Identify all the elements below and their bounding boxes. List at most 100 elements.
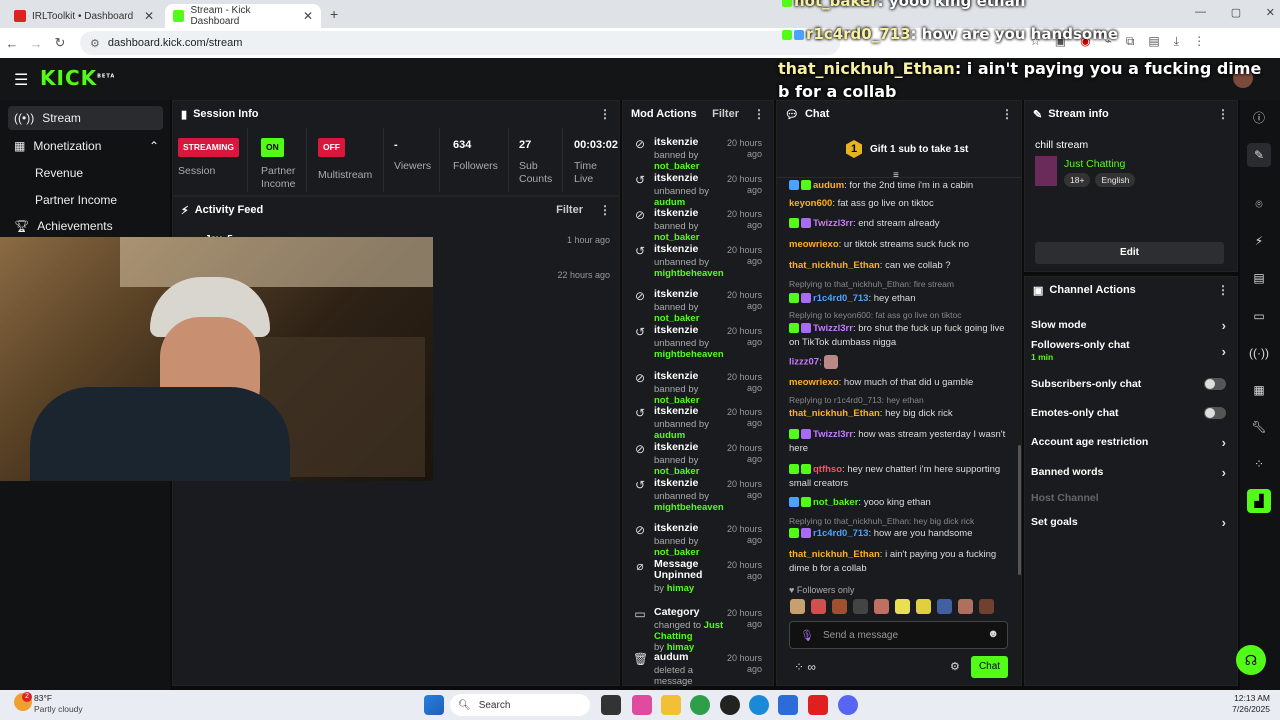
- minimize-icon[interactable]: —: [1195, 6, 1206, 19]
- more-icon[interactable]: ⋮: [599, 107, 611, 121]
- chat-message[interactable]: meowriexo: ur tiktok streams suck fuck n…: [789, 238, 1014, 252]
- hamburger-icon[interactable]: ☰: [14, 70, 28, 90]
- close-tab-icon[interactable]: ✕: [303, 9, 313, 23]
- sidebar-item-partner-income[interactable]: Partner Income: [8, 188, 163, 212]
- chat-settings-icon[interactable]: ⚙: [950, 660, 960, 673]
- chat-username[interactable]: r1c4rd0_713: [813, 293, 868, 304]
- moderator-name[interactable]: audum: [654, 430, 685, 441]
- stream-category[interactable]: Just Chatting: [1064, 158, 1125, 170]
- chat-message[interactable]: that_nickhuh_Ethan: can we collab ?: [789, 259, 1014, 273]
- moderator-name[interactable]: not_baker: [654, 313, 699, 324]
- send-chat-button[interactable]: Chat: [971, 656, 1008, 678]
- mod-action-item[interactable]: ⊘ itskenzie 20 hours ago banned by not_bake…: [629, 371, 769, 407]
- edge-icon[interactable]: [749, 695, 769, 715]
- mod-action-item[interactable]: ↺ itskenzie 20 hours ago unbanned by audum: [629, 406, 769, 442]
- emote-icon[interactable]: [979, 599, 994, 614]
- chat-message[interactable]: r1c4rd0_713: hey ethan: [789, 292, 1014, 306]
- chat-message[interactable]: that_nickhuh_Ethan: hey big dick rick: [789, 407, 1014, 421]
- moderator-name[interactable]: not_baker: [654, 161, 699, 172]
- clipboard-icon[interactable]: ▤: [1247, 266, 1271, 290]
- microphone-icon[interactable]: 🎙︎: [800, 629, 814, 642]
- broadcast-icon[interactable]: ((·)): [1247, 341, 1271, 365]
- channel-action-slow-mode[interactable]: Slow mode ›: [1031, 317, 1226, 333]
- emote-icon[interactable]: [916, 599, 931, 614]
- sidebar-item-revenue[interactable]: Revenue: [8, 161, 163, 185]
- copilot-icon[interactable]: [632, 695, 652, 715]
- chat-message[interactable]: meowriexo: how much of that did u gamble: [789, 376, 1014, 390]
- camera-icon[interactable]: ⌾: [1247, 192, 1271, 216]
- file-explorer-icon[interactable]: [661, 695, 681, 715]
- chat-icon[interactable]: ▭: [1247, 304, 1271, 328]
- chat-username[interactable]: Twizzl3rr: [813, 429, 853, 440]
- emote-icon[interactable]: [874, 599, 889, 614]
- emote-icon[interactable]: [937, 599, 952, 614]
- chat-username[interactable]: r1c4rd0_713: [813, 528, 868, 539]
- tab-irltoolkit[interactable]: IRLToolkit • Dashboard ✕: [6, 4, 162, 28]
- mod-action-item[interactable]: ⊘ itskenzie 20 hours ago banned by not_bake…: [629, 442, 769, 478]
- mod-action-item[interactable]: ⌀ Message Unpinned 20 hours ago by himay: [629, 559, 769, 595]
- discord-icon[interactable]: [838, 695, 858, 715]
- mod-action-item[interactable]: ↺ itskenzie 20 hours ago unbanned by audum: [629, 173, 769, 209]
- info-icon[interactable]: ⓘ: [1247, 106, 1271, 130]
- kick-points-icon[interactable]: ⁘ ∞: [794, 660, 816, 674]
- edit-icon[interactable]: ✎: [1247, 143, 1271, 167]
- mod-action-item[interactable]: ⊘ itskenzie 20 hours ago banned by not_bake…: [629, 208, 769, 244]
- menu-icon[interactable]: ⋮: [1193, 34, 1205, 49]
- youtube-icon[interactable]: [808, 695, 828, 715]
- more-icon[interactable]: ⋮: [753, 107, 765, 121]
- close-tab-icon[interactable]: ✕: [144, 9, 154, 23]
- moderator-name[interactable]: not_baker: [654, 232, 699, 243]
- emoji-icon[interactable]: ☻: [987, 628, 999, 640]
- maximize-icon[interactable]: ▢: [1231, 6, 1241, 19]
- channel-action-set-goals[interactable]: Set goals ›: [1031, 514, 1226, 530]
- gift-sub-banner[interactable]: 1 Gift 1 sub to take 1st: [846, 140, 968, 158]
- mod-action-item[interactable]: ▭ Category 20 hours ago changed to Just Cha…: [629, 607, 769, 654]
- moderator-name[interactable]: not_baker: [654, 466, 699, 477]
- sidebar-item-achievements[interactable]: 🏆︎ Achievements: [8, 214, 163, 238]
- channel-action-banned-words[interactable]: Banned words ›: [1031, 464, 1226, 480]
- windows-start-icon[interactable]: [424, 695, 444, 715]
- new-tab-button[interactable]: +: [330, 6, 338, 22]
- channel-action-emotes-only-chat[interactable]: Emotes-only chat: [1031, 405, 1226, 421]
- chat-username[interactable]: audum: [813, 180, 844, 191]
- chat-input[interactable]: 🎙︎ Send a message ☻: [789, 621, 1008, 649]
- url-bar[interactable]: ⚙ dashboard.kick.com/stream: [80, 31, 840, 55]
- mod-action-item[interactable]: ↺ itskenzie 20 hours ago unbanned by mightb…: [629, 478, 769, 514]
- edit-stream-button[interactable]: Edit: [1035, 242, 1224, 264]
- chat-username[interactable]: meowriexo: [789, 377, 839, 388]
- chat-message[interactable]: qtfhso: hey new chatter! i'm here suppor…: [789, 463, 1014, 491]
- chat-username[interactable]: lizzz07: [789, 357, 819, 368]
- emote-icon[interactable]: [832, 599, 847, 614]
- toggle-switch[interactable]: [1204, 378, 1226, 390]
- toggle-switch[interactable]: [1204, 407, 1226, 419]
- puzzle-icon[interactable]: ⧉: [1126, 34, 1135, 49]
- taskview-icon[interactable]: [601, 695, 621, 715]
- filter-button[interactable]: Filter: [556, 204, 583, 216]
- chat-message[interactable]: not_baker: yooo king ethan: [789, 496, 1014, 510]
- bolt-icon[interactable]: ⚡︎: [1247, 229, 1271, 253]
- chat-message[interactable]: keyon600: fat ass go live on tiktoc: [789, 197, 1014, 211]
- moderator-name[interactable]: mightbeheaven: [654, 502, 724, 513]
- filter-button[interactable]: Filter: [712, 108, 739, 120]
- app-icon[interactable]: ▟: [1247, 489, 1271, 513]
- mod-action-item[interactable]: ↺ itskenzie 20 hours ago unbanned by mightb…: [629, 325, 769, 361]
- mod-action-item[interactable]: ↺ itskenzie 20 hours ago unbanned by mightb…: [629, 244, 769, 280]
- mod-action-item[interactable]: ⊘ itskenzie 20 hours ago banned by not_bake…: [629, 137, 769, 173]
- chat-username[interactable]: that_nickhuh_Ethan: [789, 549, 880, 560]
- channel-action-subscribers-only-chat[interactable]: Subscribers-only chat: [1031, 376, 1226, 392]
- chat-message[interactable]: audum: for the 2nd time i'm in a cabin: [789, 179, 1014, 193]
- mod-action-item[interactable]: ⊘ itskenzie 20 hours ago banned by not_bake…: [629, 523, 769, 559]
- sidebar-item-monetization[interactable]: ▦ Monetization ⌃: [8, 134, 163, 158]
- tab-kick-dashboard[interactable]: Stream - Kick Dashboard ✕: [165, 4, 321, 28]
- store-icon[interactable]: [778, 695, 798, 715]
- chat-username[interactable]: not_baker: [813, 497, 858, 508]
- sidebar-item-stream[interactable]: ((•)) Stream: [8, 106, 163, 130]
- emote-icon[interactable]: [895, 599, 910, 614]
- taskbar-search[interactable]: 🔍︎ Search: [450, 694, 590, 716]
- kick-logo[interactable]: KICKBETA: [40, 66, 115, 90]
- emote-icon[interactable]: [790, 599, 805, 614]
- channel-action-followers-only-chat[interactable]: Followers-only chat 1 min ›: [1031, 339, 1226, 362]
- chat-message[interactable]: Twizzl3rr: end stream already: [789, 217, 1014, 231]
- chat-message[interactable]: Twizzl3rr: bro shut the fuck up fuck goi…: [789, 322, 1014, 350]
- chat-username[interactable]: Twizzl3rr: [813, 323, 853, 334]
